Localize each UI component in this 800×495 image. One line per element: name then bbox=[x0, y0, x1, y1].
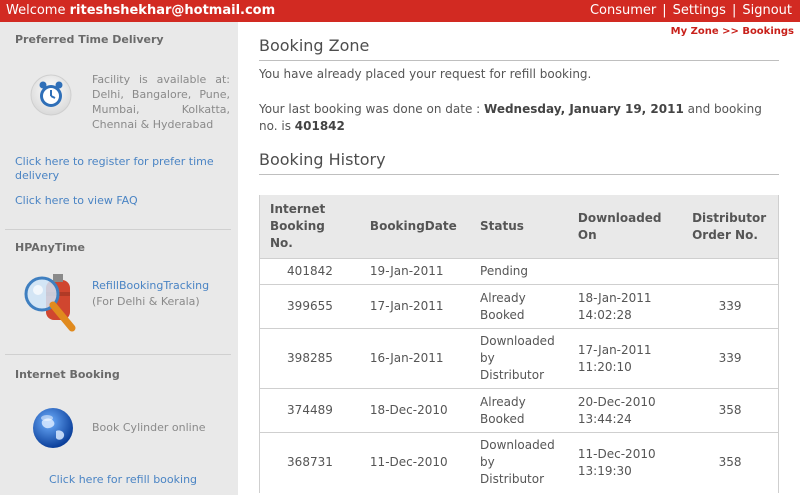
cell-booking-no: 401842 bbox=[259, 258, 360, 285]
cell-status: Already Booked bbox=[470, 388, 568, 433]
top-bar: Welcome riteshshekhar@hotmail.com Consum… bbox=[0, 0, 800, 22]
cell-distributor-order: 339 bbox=[682, 328, 779, 389]
last-booking-prefix: Your last booking was done on date : bbox=[259, 102, 481, 116]
preferred-time-title: Preferred Time Delivery bbox=[15, 33, 164, 46]
cell-status: Downloaded by Distributor bbox=[470, 328, 568, 389]
last-booking-date: Wednesday, January 19, 2011 bbox=[484, 102, 684, 116]
cell-booking-date: 17-Jan-2011 bbox=[359, 284, 471, 329]
col-status: Status bbox=[470, 195, 568, 259]
cell-booking-no: 368731 bbox=[259, 432, 360, 493]
nav-signout[interactable]: Signout bbox=[742, 3, 792, 18]
cell-distributor-order: 339 bbox=[682, 284, 779, 329]
welcome-prefix: Welcome bbox=[6, 3, 66, 18]
placed-request-message: You have already placed your request for… bbox=[259, 67, 592, 81]
register-prefer-time-link[interactable]: Click here to register for prefer time d… bbox=[15, 155, 230, 183]
cell-downloaded-on: 20-Dec-2010 13:44:24 bbox=[567, 388, 683, 433]
globe-icon bbox=[32, 407, 74, 449]
refill-booking-link[interactable]: Click here for refill booking bbox=[49, 473, 197, 487]
cell-distributor-order bbox=[682, 258, 779, 285]
table-row: 368731 11-Dec-2010 Downloaded by Distrib… bbox=[259, 432, 779, 493]
preferred-time-text: Facility is available at: Delhi, Bangalo… bbox=[92, 73, 230, 131]
history-divider bbox=[259, 174, 779, 175]
title-divider bbox=[259, 60, 779, 61]
nav-consumer[interactable]: Consumer bbox=[590, 3, 656, 18]
col-distributor-order: Distributor Order No. bbox=[682, 195, 779, 259]
last-booking-no: 401842 bbox=[294, 119, 345, 133]
table-row: 401842 19-Jan-2011 Pending bbox=[259, 258, 779, 285]
cell-booking-date: 19-Jan-2011 bbox=[359, 258, 471, 285]
nav-separator: | bbox=[731, 3, 737, 18]
delhi-kerala-note: (For Delhi & Kerala) bbox=[92, 295, 200, 308]
refill-booking-tracking-link[interactable]: RefillBookingTracking bbox=[92, 279, 209, 293]
table-row: 398285 16-Jan-2011 Downloaded by Distrib… bbox=[259, 328, 779, 389]
welcome-text: Welcome riteshshekhar@hotmail.com bbox=[6, 3, 275, 18]
cell-booking-no: 374489 bbox=[259, 388, 360, 433]
cell-booking-no: 399655 bbox=[259, 284, 360, 329]
cell-distributor-order: 358 bbox=[682, 432, 779, 493]
cell-downloaded-on: 18-Jan-2011 14:02:28 bbox=[567, 284, 683, 329]
gas-cylinder-magnifier-icon bbox=[22, 270, 84, 336]
last-booking-message: Your last booking was done on date : Wed… bbox=[259, 101, 784, 135]
cell-status: Already Booked bbox=[470, 284, 568, 329]
alarm-clock-icon bbox=[30, 74, 72, 116]
cell-downloaded-on: 11-Dec-2010 13:19:30 bbox=[567, 432, 683, 493]
sidebar-divider bbox=[5, 229, 231, 230]
internet-booking-title: Internet Booking bbox=[15, 368, 120, 381]
hpanytime-title: HPAnyTime bbox=[15, 241, 85, 254]
cell-booking-date: 18-Dec-2010 bbox=[359, 388, 471, 433]
page-title: Booking Zone bbox=[259, 36, 370, 55]
cell-status: Pending bbox=[470, 258, 568, 285]
col-downloaded-on: Downloaded On bbox=[567, 195, 683, 259]
nav-settings[interactable]: Settings bbox=[673, 3, 726, 18]
nav-separator: | bbox=[662, 3, 667, 18]
booking-history-title: Booking History bbox=[259, 150, 386, 169]
top-nav: Consumer | Settings | Signout bbox=[590, 3, 792, 18]
col-booking-no: Internet Booking No. bbox=[259, 195, 360, 259]
view-faq-link[interactable]: Click here to view FAQ bbox=[15, 194, 138, 208]
cell-downloaded-on: 17-Jan-2011 11:20:10 bbox=[567, 328, 683, 389]
cell-status: Downloaded by Distributor bbox=[470, 432, 568, 493]
cell-booking-date: 16-Jan-2011 bbox=[359, 328, 471, 389]
cell-booking-date: 11-Dec-2010 bbox=[359, 432, 471, 493]
user-email: riteshshekhar@hotmail.com bbox=[69, 3, 276, 18]
sidebar-divider bbox=[5, 354, 231, 355]
cell-distributor-order: 358 bbox=[682, 388, 779, 433]
cell-downloaded-on bbox=[567, 258, 683, 285]
table-row: 399655 17-Jan-2011 Already Booked 18-Jan… bbox=[259, 284, 779, 329]
book-cylinder-text: Book Cylinder online bbox=[92, 421, 206, 434]
booking-history-table: Internet Booking No. BookingDate Status … bbox=[259, 195, 779, 493]
sidebar: Preferred Time Delivery Facility is avai… bbox=[0, 22, 238, 495]
table-header-row: Internet Booking No. BookingDate Status … bbox=[259, 195, 779, 259]
breadcrumb: My Zone >> Bookings bbox=[670, 26, 794, 37]
cell-booking-no: 398285 bbox=[259, 328, 360, 389]
table-row: 374489 18-Dec-2010 Already Booked 20-Dec… bbox=[259, 388, 779, 433]
col-booking-date: BookingDate bbox=[359, 195, 471, 259]
